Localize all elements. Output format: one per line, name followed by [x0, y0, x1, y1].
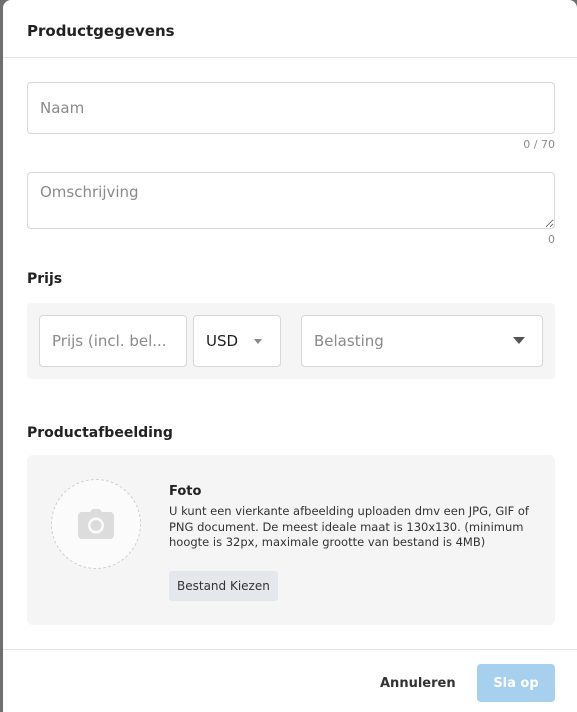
price-section-title: Prijs	[27, 271, 63, 287]
currency-select[interactable]: USD	[193, 315, 281, 367]
name-input[interactable]	[27, 82, 555, 134]
image-upload-panel: Foto U kunt een vierkante afbeelding upl…	[27, 455, 555, 625]
save-button[interactable]: Sla op	[477, 664, 555, 702]
product-details-modal: Productgegevens 0 / 70 0 Prijs USD Belas…	[3, 0, 577, 712]
name-char-counter: 0 / 70	[523, 138, 555, 151]
price-panel: USD Belasting	[27, 303, 555, 379]
photo-description: U kunt een vierkante afbeelding uploaden…	[169, 504, 529, 549]
modal-footer: Annuleren Sla op	[3, 649, 577, 712]
tax-placeholder: Belasting	[314, 332, 384, 350]
chevron-down-icon	[254, 339, 262, 344]
currency-value: USD	[206, 332, 239, 350]
camera-icon	[78, 509, 114, 539]
image-section-title: Productafbeelding	[27, 425, 173, 441]
cancel-button[interactable]: Annuleren	[368, 664, 468, 702]
description-textarea[interactable]	[27, 172, 555, 229]
caret-down-icon	[513, 337, 525, 344]
photo-placeholder[interactable]	[51, 479, 141, 569]
choose-file-button[interactable]: Bestand Kiezen	[169, 571, 278, 601]
price-input[interactable]	[39, 315, 187, 367]
tax-select[interactable]: Belasting	[301, 315, 543, 367]
modal-header: Productgegevens	[3, 0, 577, 58]
photo-heading: Foto	[169, 484, 202, 499]
modal-title: Productgegevens	[27, 22, 175, 40]
description-char-counter: 0	[548, 233, 555, 246]
